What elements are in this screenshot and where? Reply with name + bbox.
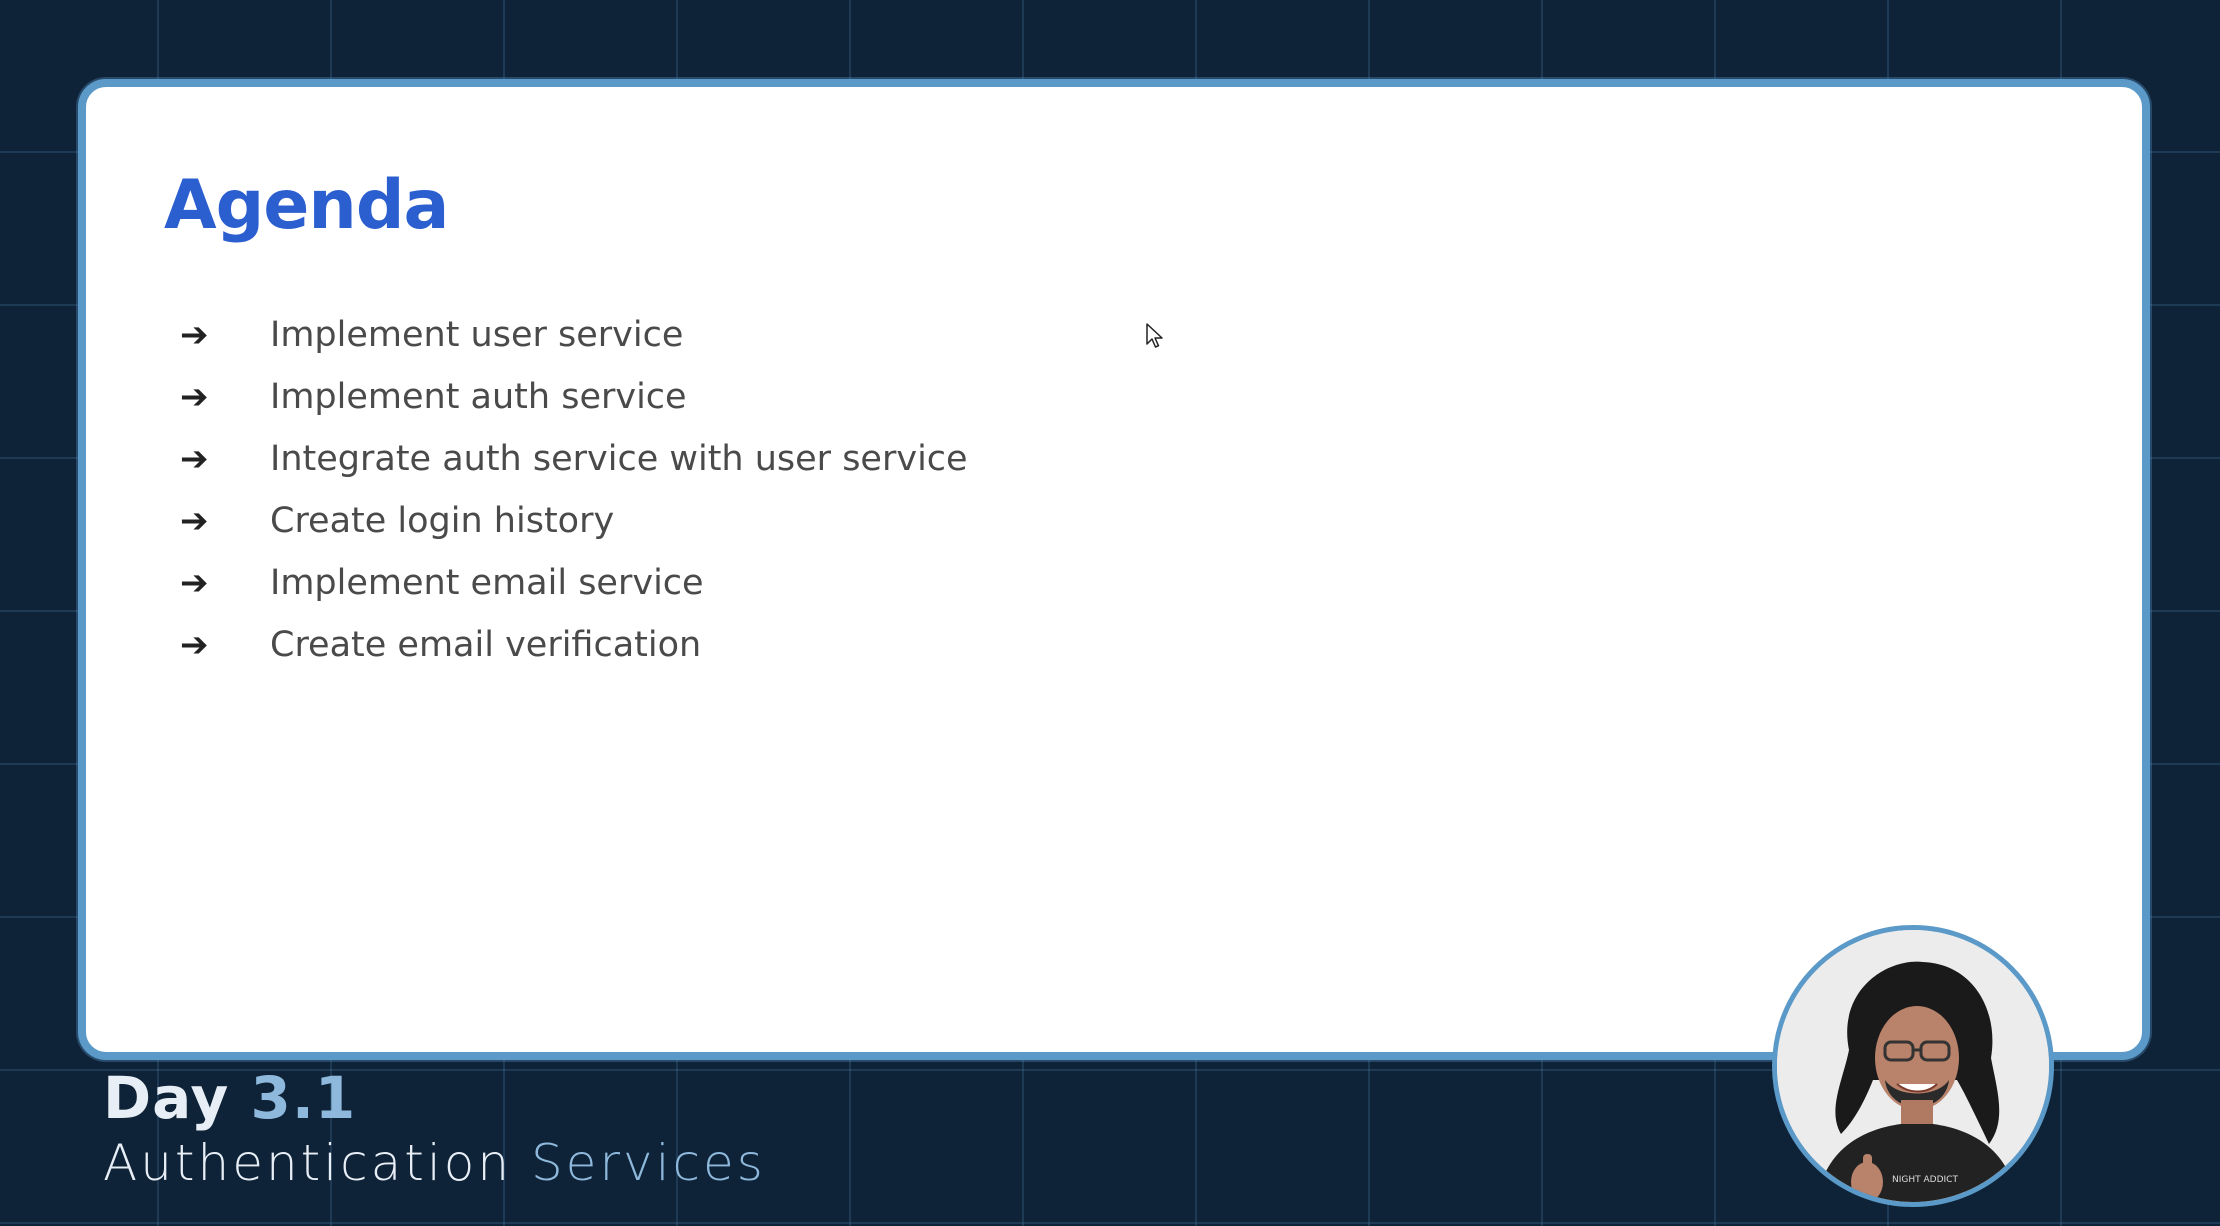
- subtitle-part-1: Authentication: [103, 1134, 531, 1192]
- agenda-list: ➔ Implement user service ➔ Implement aut…: [180, 304, 968, 676]
- arrow-right-icon: ➔: [180, 377, 209, 417]
- agenda-item-label: Implement auth service: [270, 377, 687, 417]
- agenda-item-label: Create login history: [270, 501, 615, 541]
- agenda-item: ➔ Implement user service: [180, 304, 968, 366]
- day-label: Day: [103, 1064, 230, 1132]
- arrow-right-icon: ➔: [180, 315, 209, 355]
- agenda-item-label: Create email verification: [270, 625, 702, 665]
- subtitle-part-2: Services: [530, 1134, 766, 1192]
- presenter-avatar: NIGHT ADDICT: [1772, 925, 2054, 1207]
- arrow-right-icon: ➔: [180, 563, 209, 603]
- slide-title: Agenda: [164, 166, 449, 245]
- presenter-portrait: NIGHT ADDICT: [1777, 930, 2049, 1202]
- day-heading: Day 3.1: [103, 1064, 356, 1134]
- agenda-item-label: Implement email service: [270, 563, 704, 603]
- agenda-item-label: Integrate auth service with user service: [270, 439, 968, 479]
- day-number: 3.1: [250, 1064, 357, 1132]
- agenda-item-label: Implement user service: [270, 315, 684, 355]
- agenda-item: ➔ Implement email service: [180, 552, 968, 614]
- session-subtitle: Authentication Services: [103, 1133, 766, 1193]
- arrow-right-icon: ➔: [180, 501, 209, 541]
- agenda-item: ➔ Integrate auth service with user servi…: [180, 428, 968, 490]
- arrow-right-icon: ➔: [180, 625, 209, 665]
- arrow-right-icon: ➔: [180, 439, 209, 479]
- mouse-cursor-icon: [1146, 323, 1163, 348]
- agenda-item: ➔ Create login history: [180, 490, 968, 552]
- agenda-item: ➔ Implement auth service: [180, 366, 968, 428]
- shirt-text: NIGHT ADDICT: [1892, 1175, 1958, 1185]
- agenda-item: ➔ Create email verification: [180, 614, 968, 676]
